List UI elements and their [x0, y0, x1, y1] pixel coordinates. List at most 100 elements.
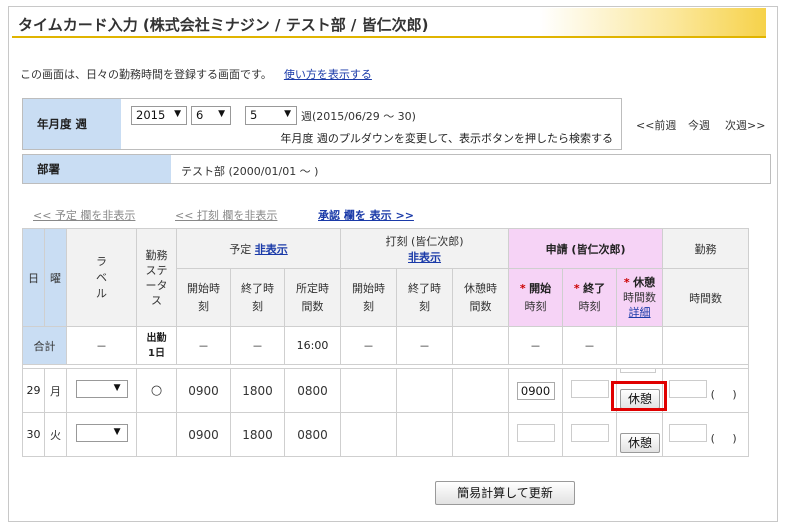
header-schedule-end: 終了時刻	[230, 268, 285, 327]
totals-cell: －	[562, 326, 618, 365]
work-hours-input[interactable]	[669, 380, 708, 398]
totals-cell	[452, 326, 510, 365]
schedule-hide-link[interactable]: 非表示	[255, 243, 288, 256]
row-sched-start: 0900	[176, 412, 231, 457]
rest-button[interactable]: 休憩	[620, 433, 661, 453]
header-request-rest: * 休憩 時間数 詳細	[616, 268, 664, 327]
toggle-schedule-link[interactable]: << 予定 欄を非表示	[33, 207, 135, 223]
header-status: 勤務ステータス	[136, 228, 177, 327]
paren-open: (	[710, 432, 715, 445]
header-request-rest-text: 休憩	[633, 276, 656, 289]
totals-cell	[616, 326, 664, 365]
totals-cell	[662, 326, 750, 365]
header-request-end: * 終了 時刻	[562, 268, 618, 327]
row-label-cell: ▼	[66, 368, 137, 413]
required-mark: *	[573, 281, 580, 295]
required-mark: *	[519, 281, 526, 295]
header-request-start-suffix: 時刻	[524, 299, 547, 313]
header-work: 勤務	[662, 228, 750, 269]
chevron-down-icon: ▼	[113, 383, 121, 393]
totals-planned: 16:00	[283, 326, 342, 365]
paren-close: )	[732, 432, 737, 445]
header-request-text: 申請 (皆仁次郎)	[545, 242, 626, 256]
department-value: テスト部 (2000/01/01 ～ )	[181, 165, 319, 178]
totals-cell: －	[66, 326, 137, 365]
header-status-text: 勤務ステータス	[145, 248, 168, 307]
timecard-table: 日 曜 ラベル 勤務ステータス 予定 非表示 打刻 (皆仁次郎) 非表示 申請 (…	[21, 228, 750, 457]
row-planned: 0800	[283, 412, 342, 457]
chevron-down-icon: ▼	[174, 109, 181, 119]
row-status: ○	[136, 368, 177, 413]
header-weekday: 曜	[44, 228, 67, 327]
totals-label: 合計	[22, 326, 67, 365]
label-select[interactable]: ▼	[75, 380, 128, 398]
header-day: 日	[22, 228, 45, 327]
row-req-end-cell	[562, 412, 618, 457]
month-value: 6	[196, 108, 204, 122]
next-week-link[interactable]: 次週>>	[725, 117, 765, 133]
header-request-rest-suffix: 時間数	[623, 291, 657, 304]
chevron-down-icon: ▼	[284, 109, 291, 119]
row-label-cell: ▼	[66, 412, 137, 457]
header-schedule-text: 予定	[229, 242, 252, 256]
paren-close: )	[732, 388, 737, 401]
row-work-cell: ( )	[662, 368, 750, 413]
totals-cell: －	[176, 326, 231, 365]
header-stamp-end: 終了時刻	[396, 268, 454, 327]
label-select[interactable]: ▼	[75, 424, 128, 442]
row-req-rest-cell: 休憩	[616, 412, 664, 457]
period-hint: 年月度 週のプルダウンを変更して、表示ボタンを押したら検索する	[280, 132, 613, 145]
month-select[interactable]: 6 ▼	[191, 106, 231, 125]
request-rest-input[interactable]	[620, 369, 657, 373]
header-planned-hours: 所定時間数	[283, 268, 342, 327]
totals-row: 合計 － 出勤 1日 － － 16:00 － － － －	[22, 326, 750, 365]
totals-cell: －	[230, 326, 285, 365]
totals-status: 出勤 1日	[136, 326, 177, 365]
row-stamp-rest	[452, 368, 510, 413]
chevron-down-icon: ▼	[218, 109, 225, 119]
row-req-end-cell	[562, 368, 618, 413]
row-weekday: 月	[44, 368, 67, 413]
week-select[interactable]: 5 ▼	[245, 106, 297, 125]
table-row: 30 火 ▼ 0900 1800 0800 休憩 ( )	[22, 412, 750, 457]
row-sched-start: 0900	[176, 368, 231, 413]
department-label: 部署	[23, 155, 171, 183]
prev-week-link[interactable]: <<前週	[636, 117, 676, 133]
header-stamp-rest: 休憩時間数	[452, 268, 510, 327]
row-stamp-start	[340, 412, 398, 457]
request-start-input[interactable]	[516, 424, 555, 442]
header-stamp-text: 打刻 (皆仁次郎)	[385, 234, 464, 248]
request-end-input[interactable]	[570, 424, 609, 442]
totals-status-bottom: 1日	[148, 347, 165, 359]
row-weekday: 火	[44, 412, 67, 457]
header-schedule-start: 開始時刻	[176, 268, 231, 327]
help-link[interactable]: 使い方を表示する	[284, 68, 372, 81]
week-range: 週(2015/06/29 ～ 30)	[301, 110, 416, 123]
toggle-approval-link[interactable]: 承認 欄を 表示 >>	[318, 207, 414, 223]
rest-button-highlight	[611, 381, 667, 411]
rest-detail-link[interactable]: 詳細	[618, 305, 662, 320]
department-box: 部署 テスト部 (2000/01/01 ～ )	[22, 154, 771, 184]
intro: この画面は、日々の勤務時間を登録する画面です。 使い方を表示する	[20, 66, 372, 82]
year-value: 2015	[136, 108, 166, 122]
intro-text: この画面は、日々の勤務時間を登録する画面です。	[20, 68, 272, 81]
row-sched-end: 1800	[230, 412, 285, 457]
row-stamp-end	[396, 368, 454, 413]
row-day: 29	[22, 368, 45, 413]
calculate-update-button[interactable]: 簡易計算して更新	[435, 481, 575, 505]
work-hours-input[interactable]	[669, 424, 708, 442]
year-select[interactable]: 2015 ▼	[131, 106, 187, 125]
header-request-end-suffix: 時刻	[578, 299, 601, 313]
row-sched-end: 1800	[230, 368, 285, 413]
stamp-hide-link[interactable]: 非表示	[342, 249, 508, 265]
header-request-end-text: 終了	[583, 281, 606, 295]
header-label: ラベル	[66, 228, 137, 327]
paren-open: (	[710, 388, 715, 401]
row-day: 30	[22, 412, 45, 457]
required-mark: *	[623, 276, 630, 289]
this-week-link[interactable]: 今週	[688, 117, 710, 133]
page-title: タイムカード入力 (株式会社ミナジン / テスト部 / 皆仁次郎)	[18, 16, 429, 34]
toggle-stamp-link[interactable]: << 打刻 欄を非表示	[175, 207, 277, 223]
request-start-input[interactable]: 0900	[516, 381, 555, 400]
request-end-input[interactable]	[570, 380, 609, 398]
